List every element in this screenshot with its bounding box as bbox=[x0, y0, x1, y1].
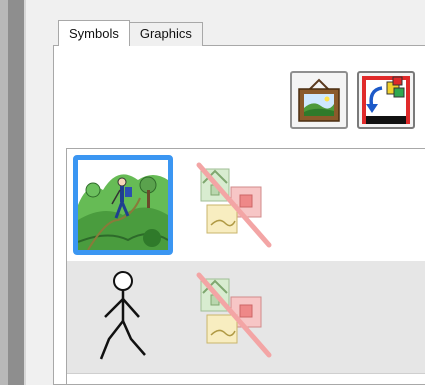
swap-arrows-icon bbox=[362, 76, 410, 124]
tab-graphics[interactable]: Graphics bbox=[128, 22, 203, 46]
symbols-list[interactable] bbox=[66, 148, 425, 385]
insert-picture-button[interactable] bbox=[290, 71, 348, 129]
no-graphics-icon bbox=[196, 272, 272, 358]
no-graphics-icon bbox=[196, 162, 272, 248]
selected-symbol-thumbnail[interactable] bbox=[73, 155, 173, 255]
left-sidebar-rail bbox=[8, 0, 24, 385]
row-divider bbox=[67, 373, 425, 374]
swap-symbol-button[interactable] bbox=[357, 71, 415, 129]
walking-stick-figure-icon bbox=[99, 271, 146, 360]
framed-landscape-icon bbox=[298, 78, 340, 122]
window-edge bbox=[0, 0, 8, 385]
tab-symbols[interactable]: Symbols bbox=[58, 20, 130, 46]
hiker-on-trail-icon bbox=[77, 160, 169, 251]
tab-bar: Symbols Graphics bbox=[58, 20, 203, 46]
